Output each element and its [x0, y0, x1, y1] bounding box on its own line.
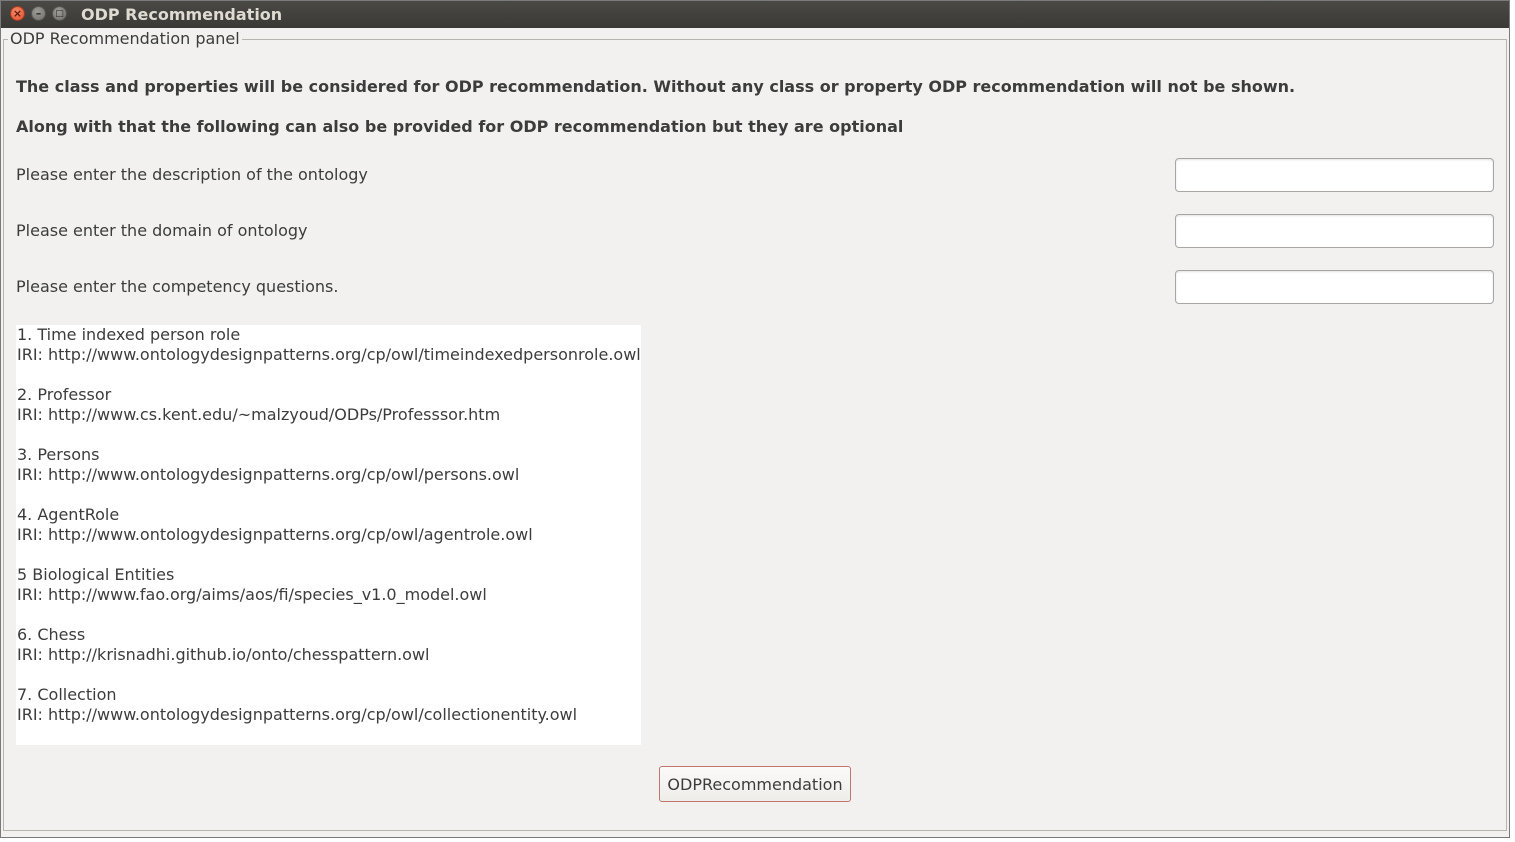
list-item: 5 Biological Entities IRI: http://www.fa…: [17, 565, 487, 605]
minimize-icon[interactable]: –: [31, 6, 46, 21]
domain-label: Please enter the domain of ontology: [16, 221, 308, 240]
result-title: 5 Biological Entities: [17, 565, 175, 584]
result-iri: IRI: http://www.ontologydesignpatterns.o…: [17, 345, 641, 364]
intro-text-1: The class and properties will be conside…: [16, 77, 1296, 96]
result-title: 7. Collection: [17, 685, 117, 704]
maximize-icon[interactable]: □: [52, 6, 67, 21]
domain-input[interactable]: [1175, 214, 1494, 248]
list-item: 7. Collection IRI: http://www.ontologyde…: [17, 685, 577, 725]
list-item: 2. Professor IRI: http://www.cs.kent.edu…: [17, 385, 500, 425]
odp-recommendation-button[interactable]: ODPRecommendation: [659, 766, 851, 802]
result-iri: IRI: http://www.ontologydesignpatterns.o…: [17, 705, 578, 724]
recommendation-results[interactable]: 1. Time indexed person role IRI: http://…: [16, 325, 641, 745]
result-title: 3. Persons: [17, 445, 100, 464]
result-title: 1. Time indexed person role: [17, 325, 241, 344]
close-icon[interactable]: ×: [10, 6, 25, 21]
result-iri: IRI: http://www.cs.kent.edu/~malzyoud/OD…: [17, 405, 501, 424]
result-iri: IRI: http://www.ontologydesignpatterns.o…: [17, 465, 520, 484]
panel-legend: ODP Recommendation panel: [8, 29, 242, 48]
list-item: 3. Persons IRI: http://www.ontologydesig…: [17, 445, 519, 485]
result-iri: IRI: http://www.ontologydesignpatterns.o…: [17, 525, 533, 544]
desktop-background-bottom: [0, 838, 1515, 842]
description-label: Please enter the description of the onto…: [16, 165, 368, 184]
result-iri: IRI: http://www.fao.org/aims/aos/fi/spec…: [17, 585, 487, 604]
description-input[interactable]: [1175, 158, 1494, 192]
window-title: ODP Recommendation: [81, 5, 283, 24]
list-item: 6. Chess IRI: http://krisnadhi.github.io…: [17, 625, 430, 665]
desktop-background: [1510, 0, 1515, 842]
competency-questions-label: Please enter the competency questions.: [16, 277, 339, 296]
list-item: 4. AgentRole IRI: http://www.ontologydes…: [17, 505, 533, 545]
intro-text-2: Along with that the following can also b…: [16, 117, 904, 136]
result-iri: IRI: http://krisnadhi.github.io/onto/che…: [17, 645, 430, 664]
result-title: 6. Chess: [17, 625, 86, 644]
list-item: 1. Time indexed person role IRI: http://…: [17, 325, 641, 365]
result-title: 2. Professor: [17, 385, 112, 404]
competency-questions-input[interactable]: [1175, 270, 1494, 304]
result-title: 4. AgentRole: [17, 505, 120, 524]
odp-recommendation-window: × – □ ODP Recommendation ODP Recommendat…: [0, 0, 1510, 838]
title-bar[interactable]: × – □ ODP Recommendation: [1, 1, 1509, 28]
